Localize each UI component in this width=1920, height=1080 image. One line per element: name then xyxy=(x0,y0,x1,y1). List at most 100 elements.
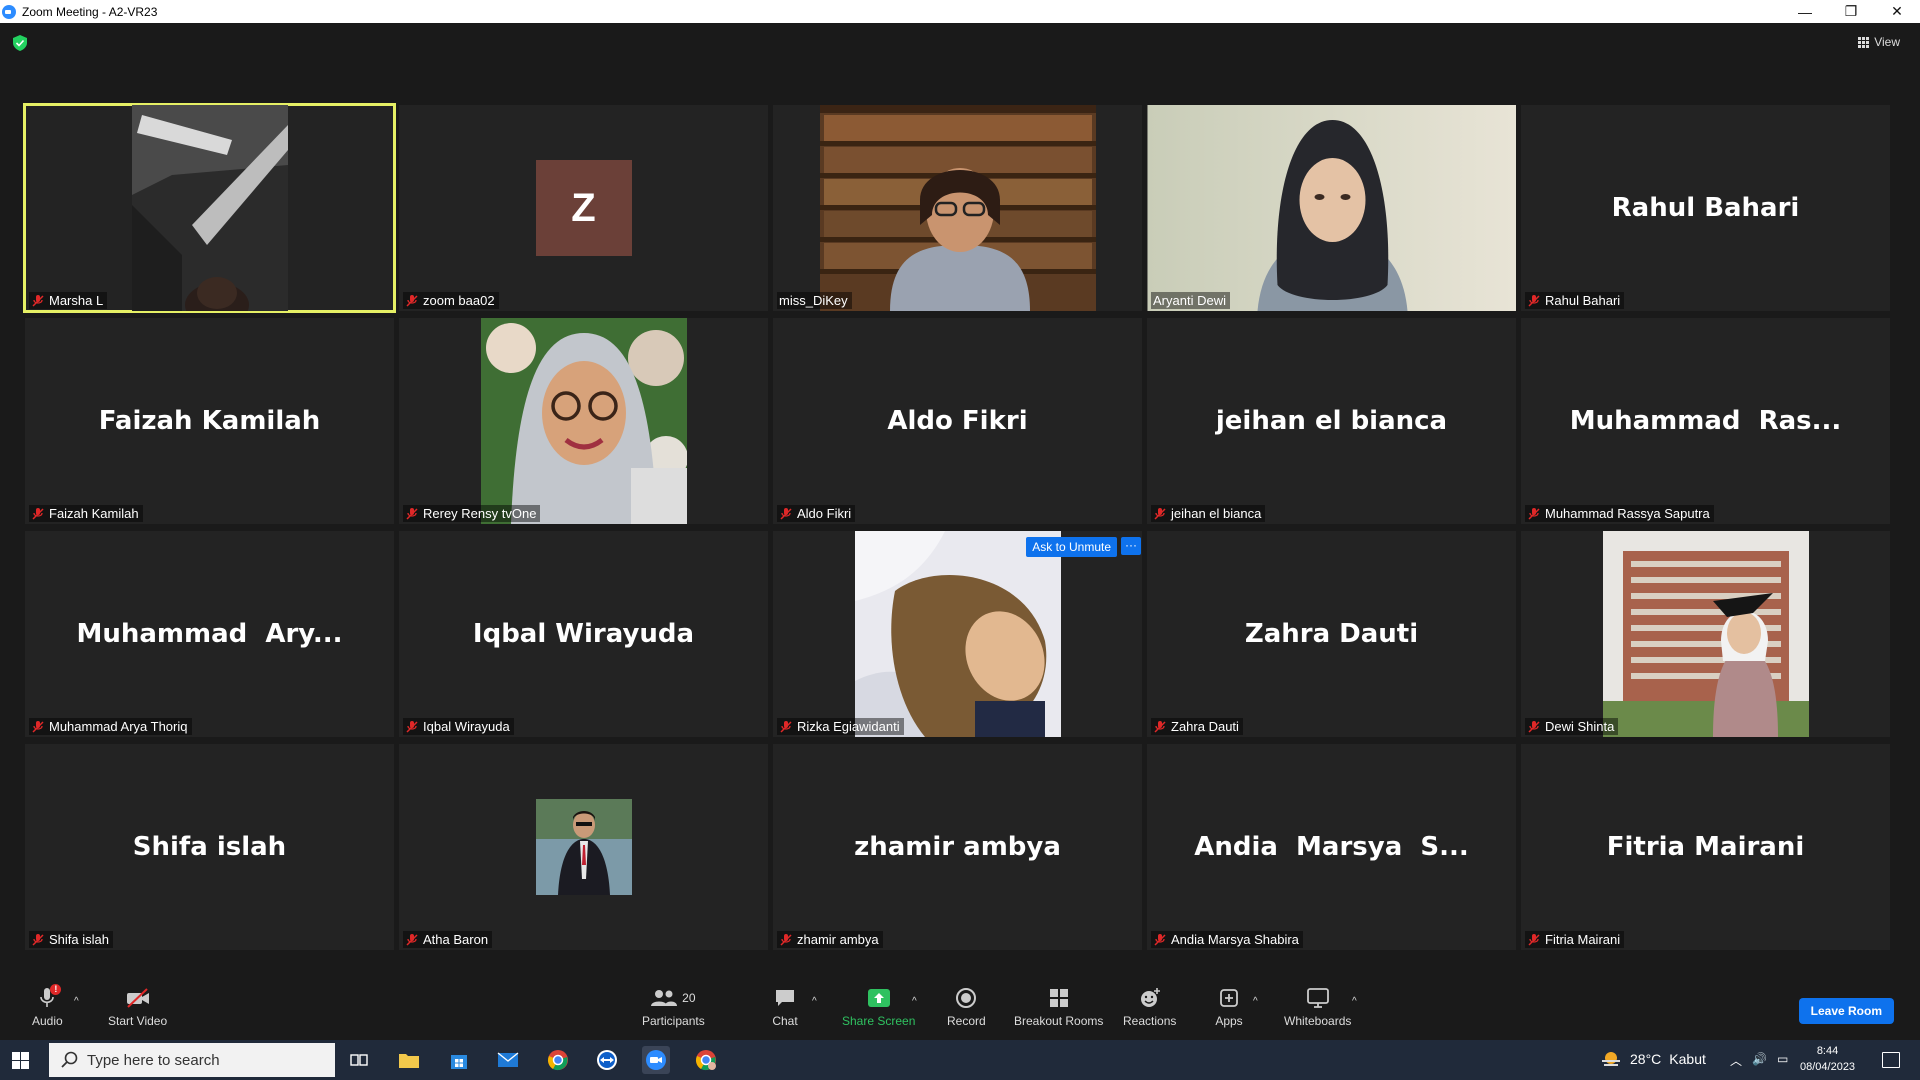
leave-room-button[interactable]: Leave Room xyxy=(1798,998,1894,1024)
share-options-caret[interactable]: ^ xyxy=(912,996,917,1007)
participant-tile[interactable]: Dewi Shinta xyxy=(1521,531,1890,737)
participant-display-name: Muhammad Ras... xyxy=(1569,406,1842,436)
participant-tile[interactable]: Ask to Unmute ··· Rizka Egiawidanti xyxy=(773,531,1142,737)
participant-tile[interactable]: jeihan el bianca jeihan el bianca xyxy=(1147,318,1516,524)
participant-name: Muhammad Rassya Saputra xyxy=(1545,506,1710,521)
volume-icon[interactable]: 🔊 xyxy=(1752,1052,1767,1069)
participant-tile[interactable]: Z zoom baa02 xyxy=(399,105,768,311)
participant-label: miss_DiKey xyxy=(777,292,852,309)
breakout-rooms-icon xyxy=(1049,989,1068,1007)
participant-tile[interactable]: Rahul Bahari Rahul Bahari xyxy=(1521,105,1890,311)
participant-name: jeihan el bianca xyxy=(1171,506,1262,521)
participant-label: Muhammad Rassya Saputra xyxy=(1525,505,1714,522)
participant-name: Fitria Mairani xyxy=(1545,932,1621,947)
chat-options-caret[interactable]: ^ xyxy=(812,996,817,1007)
taskbar-search-box[interactable]: Type here to search xyxy=(49,1043,335,1077)
notification-center-icon[interactable] xyxy=(1882,1052,1900,1068)
participant-tile[interactable]: Shifa islah Shifa islah xyxy=(25,744,394,950)
grid-view-icon xyxy=(1858,36,1870,48)
windows-start-icon[interactable] xyxy=(12,1052,29,1069)
participant-tile[interactable]: Muhammad Ras... Muhammad Rassya Saputra xyxy=(1521,318,1890,524)
zoom-taskbar-icon[interactable] xyxy=(642,1046,670,1074)
search-icon xyxy=(61,1051,78,1068)
microsoft-store-icon[interactable] xyxy=(445,1046,473,1074)
weather-widget[interactable]: 28°C Kabut xyxy=(1600,1051,1706,1067)
audio-options-caret[interactable]: ^ xyxy=(74,996,79,1007)
participant-tile[interactable]: Andia Marsya S... Andia Marsya Shabira xyxy=(1147,744,1516,950)
participant-display-name: Iqbal Wirayuda xyxy=(472,619,695,649)
participant-display-name: Fitria Mairani xyxy=(1606,832,1805,862)
minimize-button[interactable]: — xyxy=(1782,0,1828,23)
task-view-icon[interactable] xyxy=(345,1046,373,1074)
participant-tile[interactable]: zhamir ambya zhamir ambya xyxy=(773,744,1142,950)
network-icon[interactable]: ▭ xyxy=(1777,1052,1788,1069)
participant-name: Shifa islah xyxy=(49,932,109,947)
tray-chevron-icon[interactable]: ︿ xyxy=(1730,1052,1742,1069)
apps-label: Apps xyxy=(1215,1014,1243,1028)
participant-display-name: Aldo Fikri xyxy=(887,406,1028,436)
audio-button[interactable]: ! Audio xyxy=(32,984,63,1028)
participant-tile[interactable]: Atha Baron xyxy=(399,744,768,950)
close-button[interactable]: ✕ xyxy=(1874,0,1920,23)
teamviewer-icon[interactable] xyxy=(593,1046,621,1074)
participant-tile[interactable]: Aldo Fikri Aldo Fikri xyxy=(773,318,1142,524)
chat-button[interactable]: Chat xyxy=(771,986,799,1028)
audio-label: Audio xyxy=(32,1014,63,1028)
participant-tile[interactable]: Rerey Rensy tvOne xyxy=(399,318,768,524)
chat-icon xyxy=(776,990,794,1006)
participant-tile[interactable]: Iqbal Wirayuda Iqbal Wirayuda xyxy=(399,531,768,737)
whiteboards-button[interactable]: Whiteboards xyxy=(1284,986,1351,1028)
participant-tile[interactable]: Aryanti Dewi xyxy=(1147,105,1516,311)
participant-label: Rahul Bahari xyxy=(1525,292,1625,309)
encryption-shield-icon[interactable] xyxy=(13,35,27,51)
restore-button[interactable]: ❐ xyxy=(1828,0,1874,23)
participants-button[interactable]: 20 Participants xyxy=(642,986,705,1028)
record-label: Record xyxy=(947,1014,986,1028)
mic-muted-icon xyxy=(406,933,418,946)
file-explorer-icon[interactable] xyxy=(395,1046,423,1074)
view-button[interactable]: View xyxy=(1858,35,1900,49)
audio-alert-badge: ! xyxy=(50,984,62,995)
participant-tile[interactable]: Zahra Dauti Zahra Dauti xyxy=(1147,531,1516,737)
ask-to-unmute-button[interactable]: Ask to Unmute xyxy=(1026,537,1117,557)
chrome-profile-icon[interactable] xyxy=(692,1046,720,1074)
reactions-button[interactable]: Reactions xyxy=(1123,986,1176,1028)
chrome-icon[interactable] xyxy=(544,1046,572,1074)
mic-muted-icon xyxy=(780,507,792,520)
participant-name: Andia Marsya Shabira xyxy=(1171,932,1299,947)
share-screen-label: Share Screen xyxy=(842,1014,916,1028)
record-button[interactable]: Record xyxy=(947,986,986,1028)
participant-name: Rerey Rensy tvOne xyxy=(423,506,537,521)
mail-icon[interactable] xyxy=(494,1046,522,1074)
breakout-rooms-button[interactable]: Breakout Rooms xyxy=(1014,986,1103,1028)
participant-avatar: Z xyxy=(535,160,632,256)
taskbar-clock[interactable]: 8:44 08/04/2023 xyxy=(1800,1043,1855,1075)
mic-muted-icon xyxy=(1154,720,1166,733)
participant-tile[interactable]: Marsha L xyxy=(23,103,396,313)
participant-video xyxy=(819,105,1096,311)
participant-name: Dewi Shinta xyxy=(1545,719,1615,734)
participant-label: jeihan el bianca xyxy=(1151,505,1266,522)
apps-options-caret[interactable]: ^ xyxy=(1253,996,1258,1007)
apps-button[interactable]: Apps xyxy=(1215,986,1243,1028)
participant-label: Dewi Shinta xyxy=(1525,718,1619,735)
meeting-controls: ! Audio ^ Start Video 20 Participants Ch… xyxy=(0,980,1920,1039)
video-off-icon xyxy=(126,988,149,1008)
mic-muted-icon xyxy=(1528,294,1540,307)
participant-tile[interactable]: Faizah Kamilah Faizah Kamilah xyxy=(25,318,394,524)
participant-video xyxy=(1147,105,1516,311)
apps-icon xyxy=(1220,989,1238,1007)
more-options-button[interactable]: ··· xyxy=(1121,537,1141,555)
participant-tile[interactable]: Muhammad Ary... Muhammad Arya Thoriq xyxy=(25,531,394,737)
participant-display-name: Faizah Kamilah xyxy=(98,406,321,436)
participant-tile[interactable]: Fitria Mairani Fitria Mairani xyxy=(1521,744,1890,950)
participant-name: Marsha L xyxy=(49,293,104,308)
participant-display-name: Shifa islah xyxy=(132,832,287,862)
whiteboards-options-caret[interactable]: ^ xyxy=(1352,996,1357,1007)
weather-temp: 28°C xyxy=(1630,1051,1662,1067)
participant-display-name: Rahul Bahari xyxy=(1611,193,1800,223)
share-screen-button[interactable]: Share Screen xyxy=(842,986,915,1028)
start-video-button[interactable]: Start Video xyxy=(108,986,167,1028)
participant-profile-photo xyxy=(535,799,632,895)
participant-tile[interactable]: miss_DiKey xyxy=(773,105,1142,311)
